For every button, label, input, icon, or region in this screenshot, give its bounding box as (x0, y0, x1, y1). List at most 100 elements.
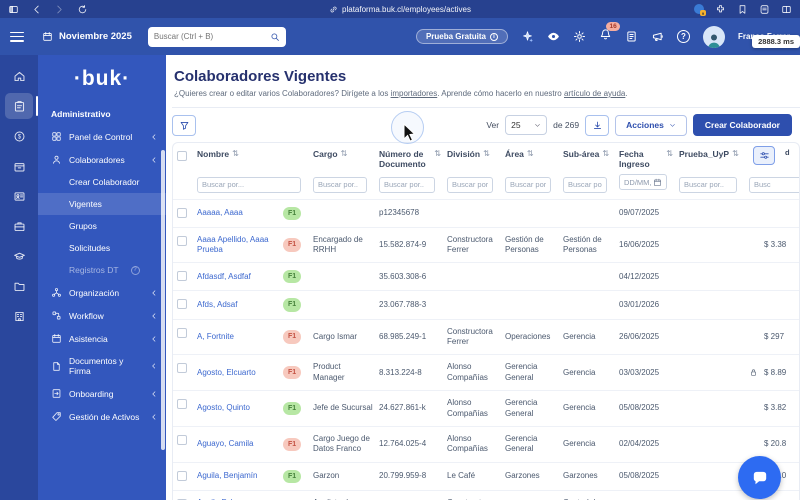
document-icon[interactable] (625, 30, 638, 43)
trial-badge[interactable]: Prueba Gratuita i (416, 29, 508, 44)
chat-button[interactable] (738, 456, 781, 499)
filter-button[interactable] (172, 115, 196, 136)
sort-icon[interactable]: ⇅ (483, 149, 490, 158)
files-icon[interactable] (5, 273, 33, 299)
sidebar-item-organizaci-n[interactable]: Organización (38, 281, 166, 304)
employee-name-link[interactable]: Aguila, Benjamín (197, 471, 257, 481)
browser-reload-icon[interactable] (77, 4, 88, 15)
help-article-link[interactable]: artículo de ayuda (564, 89, 625, 98)
row-checkbox[interactable] (177, 471, 187, 481)
row-checkbox[interactable] (177, 435, 187, 445)
employee-name-link[interactable]: Aguayo, Camila (197, 439, 253, 449)
avatar[interactable] (703, 26, 725, 48)
training-icon[interactable] (5, 243, 33, 269)
global-search[interactable] (148, 27, 286, 47)
employee-name-link[interactable]: Afdasdf, Asdfaf (197, 272, 251, 282)
filter-division-input[interactable] (447, 177, 493, 193)
filter-documento-input[interactable] (379, 177, 435, 193)
col-header-cargo[interactable]: Cargo⇅ (311, 143, 377, 171)
sort-icon[interactable]: ⇅ (602, 149, 609, 158)
col-header-documento[interactable]: Número de Documento⇅ (377, 143, 445, 171)
sidebar-item-gesti-n-de-activos[interactable]: Gestión de Activos (38, 405, 166, 428)
table-row[interactable]: Aguayo, Camila F1 Cargo Juego de Datos F… (173, 426, 800, 462)
filter-subarea-input[interactable] (563, 177, 607, 193)
filter-fecha-input[interactable]: DD/MM, (619, 174, 667, 190)
bookmark-icon[interactable] (737, 4, 748, 15)
table-row[interactable]: Aaaaa, Aaaa F1 p12345678 09/07/2025 (173, 199, 800, 227)
sort-icon[interactable]: ⇅ (732, 149, 739, 158)
browser-sidebar-icon[interactable] (8, 4, 19, 15)
filter-cargo-input[interactable] (313, 177, 367, 193)
global-search-input[interactable] (154, 32, 266, 41)
sort-icon[interactable]: ⇅ (434, 149, 441, 158)
sort-icon[interactable]: ⇅ (232, 149, 239, 158)
table-row[interactable]: Aguila Fake, Benjamin F1 Analista de Ope… (173, 490, 800, 500)
col-header-fecha[interactable]: Fecha Ingreso⇅ (617, 143, 677, 171)
table-row[interactable]: Agosto, Elcuarto F1 Product Manager 8.31… (173, 354, 800, 390)
filter-prueba-input[interactable] (679, 177, 737, 193)
col-header-subarea[interactable]: Sub-área⇅ (561, 143, 617, 171)
sidebar-item-solicitudes[interactable]: Solicitudes (38, 237, 166, 259)
home-icon[interactable] (5, 63, 33, 89)
megaphone-icon[interactable] (651, 30, 664, 43)
sidebar-item-registros-dt[interactable]: Registros DT ? (38, 259, 166, 281)
browser-back-icon[interactable] (31, 4, 42, 15)
sparkle-icon[interactable] (521, 30, 534, 43)
sidebar-item-workflow[interactable]: Workflow (38, 304, 166, 327)
table-row[interactable]: Aaaa Apellido, Aaaa Prueba F1 Encargado … (173, 227, 800, 263)
briefcase-icon[interactable] (5, 213, 33, 239)
filter-area-input[interactable] (505, 177, 551, 193)
row-checkbox[interactable] (177, 328, 187, 338)
sidebar-scrollbar[interactable] (161, 150, 165, 450)
col-header-division[interactable]: División⇅ (445, 143, 503, 171)
sort-icon[interactable]: ⇅ (666, 149, 673, 158)
notifications-button[interactable]: 16 (599, 28, 612, 46)
sidebar-item-documentos-y-firma[interactable]: Documentos y Firma (38, 350, 166, 382)
table-row[interactable]: A, Fortnite F1 Cargo Ismar 68.985.249-1 … (173, 319, 800, 355)
col-header-prueba[interactable]: Prueba_UyP⇅ (677, 143, 747, 171)
sort-icon[interactable]: ⇅ (527, 149, 534, 158)
filter-monto-input[interactable] (749, 177, 800, 193)
sidebar-item-panel-de-control[interactable]: Panel de Control (38, 125, 166, 148)
row-checkbox[interactable] (177, 271, 187, 281)
select-all-checkbox[interactable] (177, 151, 187, 161)
sidebar-item-onboarding[interactable]: Onboarding (38, 382, 166, 405)
row-checkbox[interactable] (177, 299, 187, 309)
sort-icon[interactable]: ⇅ (341, 149, 348, 158)
browser-forward-icon[interactable] (54, 4, 65, 15)
split-view-icon[interactable] (781, 4, 792, 15)
period-selector[interactable]: Noviembre 2025 (42, 31, 132, 42)
employee-name-link[interactable]: Aaaa Apellido, Aaaa Prueba (197, 235, 277, 256)
talent-icon[interactable] (5, 183, 33, 209)
sidebar-item-colaboradores[interactable]: Colaboradores (38, 148, 166, 171)
table-row[interactable]: Afdasdf, Asdfaf F1 35.603.308-6 04/12/20… (173, 262, 800, 290)
help-icon[interactable]: ? (677, 30, 690, 43)
employee-name-link[interactable]: Agosto, Elcuarto (197, 368, 256, 378)
row-checkbox[interactable] (177, 208, 187, 218)
col-header-nombre[interactable]: Nombre⇅ (195, 143, 311, 171)
sidebar-item-vigentes[interactable]: Vigentes (38, 193, 166, 215)
page-size-select[interactable]: 25 (505, 115, 547, 135)
notes-extension-icon[interactable] (759, 4, 770, 15)
employee-name-link[interactable]: Agosto, Quinto (197, 403, 250, 413)
column-settings-button[interactable] (753, 146, 775, 165)
col-header-area[interactable]: Área⇅ (503, 143, 561, 171)
download-button[interactable] (585, 115, 609, 136)
employee-name-link[interactable]: Afds, Adsaf (197, 300, 237, 310)
sidebar-item-crear-colaborador[interactable]: Crear Colaborador (38, 171, 166, 193)
extension-icon[interactable]: 9 (694, 4, 704, 14)
importers-link[interactable]: importadores (391, 89, 438, 98)
table-row[interactable]: Aguila, Benjamín F1 Garzon 20.799.959-8 … (173, 462, 800, 490)
table-row[interactable]: Afds, Adsaf F1 23.067.788-3 03/01/2026 (173, 290, 800, 318)
row-checkbox[interactable] (177, 363, 187, 373)
sidebar-item-asistencia[interactable]: Asistencia (38, 327, 166, 350)
employee-name-link[interactable]: A, Fortnite (197, 332, 234, 342)
eye-icon[interactable] (547, 30, 560, 43)
row-checkbox[interactable] (177, 236, 187, 246)
create-employee-button[interactable]: Crear Colaborador (693, 114, 792, 136)
actions-button[interactable]: Acciones (615, 115, 687, 136)
company-icon[interactable] (5, 303, 33, 329)
row-checkbox[interactable] (177, 399, 187, 409)
employees-module-icon[interactable] (5, 93, 33, 119)
extensions-grid-icon[interactable] (715, 4, 726, 15)
